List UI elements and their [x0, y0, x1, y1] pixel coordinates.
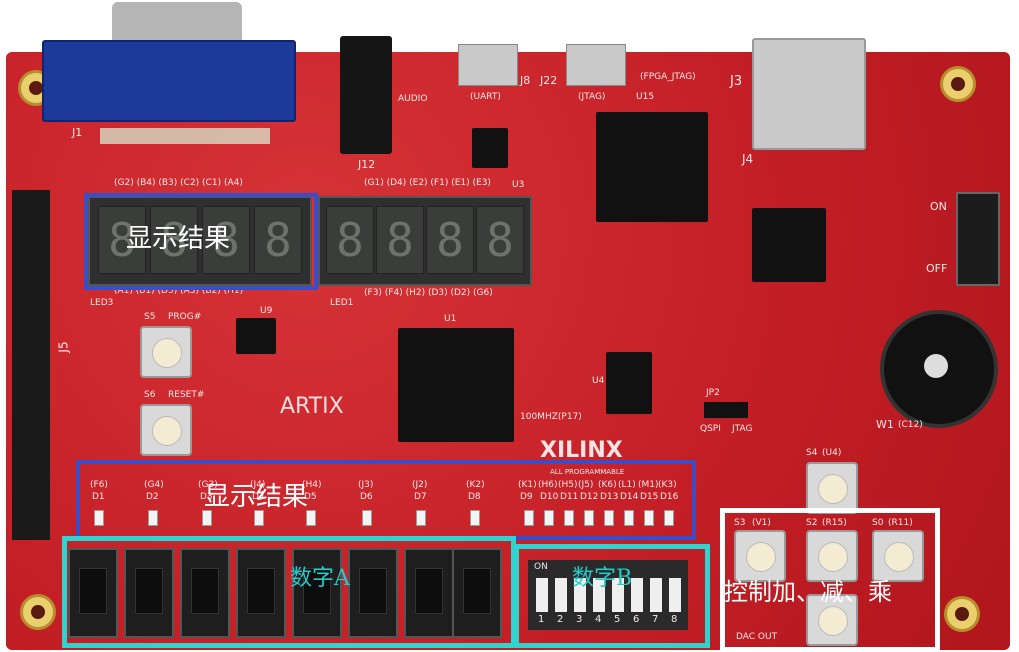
seg-annotation-label: 显示结果 — [126, 224, 231, 254]
jtag-label: JTAG — [732, 424, 753, 434]
u15-label: U15 — [636, 92, 655, 102]
mounting-hole — [20, 594, 56, 630]
artix-logo: ARTIX — [280, 394, 344, 419]
u4-label: U4 — [592, 376, 605, 386]
prog-label: PROG# — [168, 312, 202, 322]
jtag-usb-port — [566, 44, 626, 86]
control-annotation-label: 控制加、减、乘 — [724, 578, 892, 606]
usb-jtag-chip — [596, 112, 708, 222]
s4-label: S4 — [806, 448, 818, 458]
potentiometer-knob[interactable] — [880, 310, 998, 428]
jp2-label: JP2 — [706, 388, 720, 398]
j5-label: J5 — [56, 341, 71, 353]
jp2-jumper[interactable] — [704, 402, 748, 418]
prog-button[interactable] — [140, 326, 192, 378]
usb-host-chip — [752, 208, 826, 282]
number-a-annotation-box — [62, 536, 516, 648]
led-annotation-label: 显示结果 — [204, 482, 309, 512]
j8-label: J8 — [520, 74, 531, 87]
mounting-hole — [944, 596, 980, 632]
j1-label: J1 — [72, 126, 83, 139]
j22-label: J22 — [540, 74, 558, 87]
j3-label: J3 — [730, 74, 743, 89]
w1-pin-label: (C12) — [898, 420, 923, 430]
u1-label: U1 — [444, 314, 457, 324]
seven-seg-digit: 8 — [476, 206, 524, 274]
vga-connector-shell — [112, 2, 242, 44]
seven-seg-group-right: 8 8 8 8 — [318, 196, 532, 286]
sram-chip — [236, 318, 276, 354]
s4-pin-label: (U4) — [822, 448, 842, 458]
audio-label: AUDIO — [398, 94, 428, 104]
reset-label: RESET# — [168, 390, 205, 400]
u9-label: U9 — [260, 306, 273, 316]
seg-pins-bottom-right: (F3) (F4) (H2) (D3) (D2) (G6) — [364, 288, 493, 298]
seg-pins-top-right: (G1) (D4) (E2) (F1) (E1) (E3) — [364, 178, 491, 188]
jtag-usb-label: (JTAG) — [578, 92, 606, 102]
w1-label: W1 — [876, 418, 894, 431]
led3-label: LED3 — [90, 298, 114, 308]
seven-seg-digit: 8 — [326, 206, 374, 274]
j12-label: J12 — [358, 158, 376, 171]
s5-label: S5 — [144, 312, 156, 322]
uart-usb-port — [458, 44, 518, 86]
u3-label: U3 — [512, 180, 525, 190]
power-switch[interactable] — [956, 192, 1000, 286]
led-annotation-box — [76, 460, 696, 540]
seven-seg-digit: 8 — [376, 206, 424, 274]
fpga-jtag-label: (FPGA_JTAG) — [640, 72, 696, 82]
small-chip — [472, 128, 508, 168]
uart-label: (UART) — [470, 92, 501, 102]
number-b-annotation-label: 数字B — [572, 566, 633, 591]
audio-jack — [340, 36, 392, 154]
reset-button[interactable] — [140, 404, 192, 456]
pin-header-j5 — [12, 190, 50, 540]
led1-label: LED1 — [330, 298, 354, 308]
resistor-array — [100, 128, 270, 144]
s6-label: S6 — [144, 390, 156, 400]
power-off-label: OFF — [926, 262, 948, 275]
fpga-chip — [398, 328, 514, 442]
vga-connector — [42, 40, 296, 122]
clock-label: 100MHZ(P17) — [520, 412, 582, 422]
power-on-label: ON — [930, 200, 947, 213]
usb-host-port — [752, 38, 866, 150]
flash-chip — [606, 352, 652, 414]
j4-label: J4 — [742, 152, 754, 166]
seg-pins-top-left: (G2) (B4) (B3) (C2) (C1) (A4) — [114, 178, 243, 188]
mounting-hole — [940, 66, 976, 102]
seven-seg-digit: 8 — [426, 206, 474, 274]
s4-button[interactable] — [806, 462, 858, 514]
qspi-label: QSPI — [700, 424, 721, 434]
number-a-annotation-label: 数字A — [290, 566, 350, 591]
